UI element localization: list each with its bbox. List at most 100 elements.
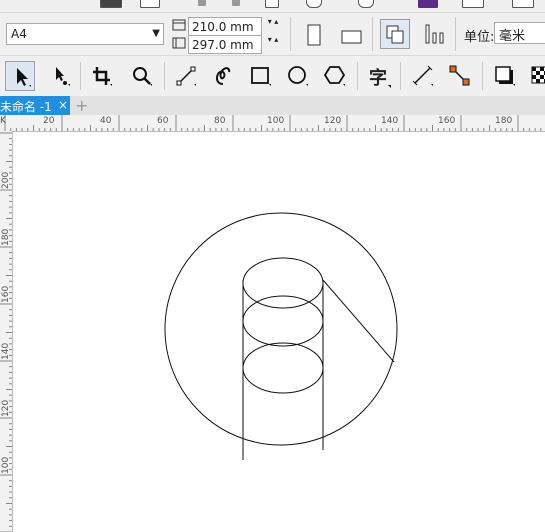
add-tab-icon[interactable]: + [75, 96, 88, 115]
brush-curve-icon [216, 67, 231, 85]
height-stepper[interactable]: ▾ ▴ [262, 35, 284, 54]
cutoff-icon[interactable] [198, 0, 206, 6]
crop-icon [93, 67, 112, 86]
top-menu-strip [0, 0, 545, 13]
polygon-tool-button[interactable] [320, 61, 350, 91]
height-field[interactable]: 297.0 mm [188, 35, 262, 54]
cutoff-icon[interactable] [418, 0, 438, 8]
hexagon-icon [323, 66, 346, 86]
drop-shadow-icon [495, 66, 515, 86]
text-tool-button[interactable]: 字 [364, 61, 394, 91]
current-page-button[interactable] [418, 19, 448, 49]
width-icon [172, 19, 186, 31]
separator [164, 62, 165, 90]
ruler-v-label: 140 [1, 342, 11, 360]
rectangle-tool-button[interactable] [246, 61, 276, 91]
cutoff-icon[interactable] [358, 0, 374, 8]
ruler-h-label: 140 [381, 116, 399, 126]
landscape-icon [341, 30, 362, 44]
document-tab-bar: 未命名 -1 × + [0, 96, 545, 115]
bottom-ellipse[interactable] [242, 342, 324, 394]
shape-edit-icon [56, 67, 70, 86]
units-label: 单位: [464, 30, 495, 45]
dimension-tool-button[interactable] [408, 61, 438, 91]
landscape-button[interactable] [336, 20, 364, 48]
line-tool-icon [176, 66, 196, 86]
ruler-h-label: 20 [43, 116, 55, 126]
property-bar: A4 ▼ 210.0 mm ▾ ▴ 297.0 mm ▾ ▴ 单位: 毫米 [0, 13, 545, 56]
document-tab[interactable]: 未命名 -1 × [0, 96, 70, 115]
ellipse-tool-button[interactable] [283, 61, 313, 91]
close-tab-icon[interactable]: × [58, 98, 68, 112]
artistic-media-tool-button[interactable] [208, 61, 238, 91]
pages-icon [386, 25, 404, 44]
ruler-h-label: 120 [324, 116, 342, 126]
cutoff-icon[interactable] [232, 0, 240, 6]
ruler-v-label: 200 [1, 171, 11, 189]
width-field[interactable]: 210.0 mm [188, 17, 262, 36]
drawing-canvas[interactable] [13, 132, 545, 532]
crop-tool-button[interactable] [87, 61, 117, 91]
cutoff-icon[interactable] [462, 0, 484, 8]
paper-size-select[interactable]: A4 ▼ [6, 23, 164, 45]
pick-tool-button[interactable] [5, 61, 35, 91]
outer-circle[interactable] [164, 212, 398, 446]
cutoff-icon[interactable] [306, 0, 322, 8]
ruler-h-label: 60 [157, 116, 169, 126]
separator [455, 17, 456, 51]
ruler-v-label: 120 [1, 399, 11, 417]
separator [400, 62, 401, 90]
separator [357, 62, 358, 90]
connector-tool-button[interactable] [445, 61, 475, 91]
drop-shadow-tool-button[interactable] [490, 61, 520, 91]
ellipse-icon [288, 66, 308, 86]
units-value: 毫米 [499, 29, 526, 44]
magnifier-icon [133, 67, 152, 86]
ruler-v-label: 180 [1, 228, 11, 246]
checkerboard-icon [531, 66, 545, 84]
toolbox: 字 [0, 56, 545, 97]
ruler-v-label: 100 [1, 456, 11, 474]
rectangle-icon [251, 67, 271, 86]
all-pages-button[interactable] [380, 19, 410, 49]
top-ellipse[interactable] [242, 257, 324, 309]
freehand-tool-button[interactable] [171, 61, 201, 91]
height-value: 297.0 mm [192, 38, 254, 52]
diagonal-line[interactable] [322, 279, 395, 363]
cutoff-icon[interactable] [265, 0, 279, 8]
chevron-down-icon[interactable]: ▼ [152, 28, 160, 39]
cutoff-icon[interactable] [140, 0, 160, 8]
middle-ellipse[interactable] [242, 295, 324, 347]
shape-tool-button[interactable] [45, 61, 75, 91]
flyout-indicator-icon [388, 85, 391, 88]
drawing [164, 212, 398, 460]
ruler-h-label: 40 [100, 116, 112, 126]
ruler-v-label: 160 [1, 285, 11, 303]
document-tab-title: 未命名 -1 [0, 100, 52, 114]
width-stepper[interactable]: ▾ ▴ [262, 17, 284, 36]
vertical-ruler[interactable]: 200 180 160 140 120 100 [0, 131, 13, 532]
ruler-h-label: 180 [495, 116, 513, 126]
separator [80, 62, 81, 90]
ruler-h-label: 80 [214, 116, 226, 126]
transparency-tool-button[interactable] [526, 61, 545, 91]
dimension-icon [412, 65, 433, 86]
separator [372, 17, 373, 51]
zoom-tool-button[interactable] [127, 61, 157, 91]
bar-layout-icon [425, 24, 444, 44]
pointer-icon [17, 68, 31, 87]
width-value: 210.0 mm [192, 20, 254, 34]
separator [290, 17, 291, 51]
height-icon [172, 37, 186, 49]
separator [482, 62, 483, 90]
paper-size-value: A4 [11, 27, 27, 41]
ruler-h-label: 100 [267, 116, 285, 126]
horizontal-ruler[interactable]: K 20 40 60 80 100 120 140 160 180 [0, 115, 545, 132]
units-select[interactable]: 毫米 [494, 22, 545, 44]
cutoff-icon[interactable] [100, 0, 122, 8]
portrait-button[interactable] [299, 20, 327, 48]
portrait-icon [307, 24, 321, 46]
ruler-corner-label: K [0, 116, 6, 126]
cutoff-icon[interactable] [512, 0, 534, 8]
ruler-h-label: 160 [438, 116, 456, 126]
